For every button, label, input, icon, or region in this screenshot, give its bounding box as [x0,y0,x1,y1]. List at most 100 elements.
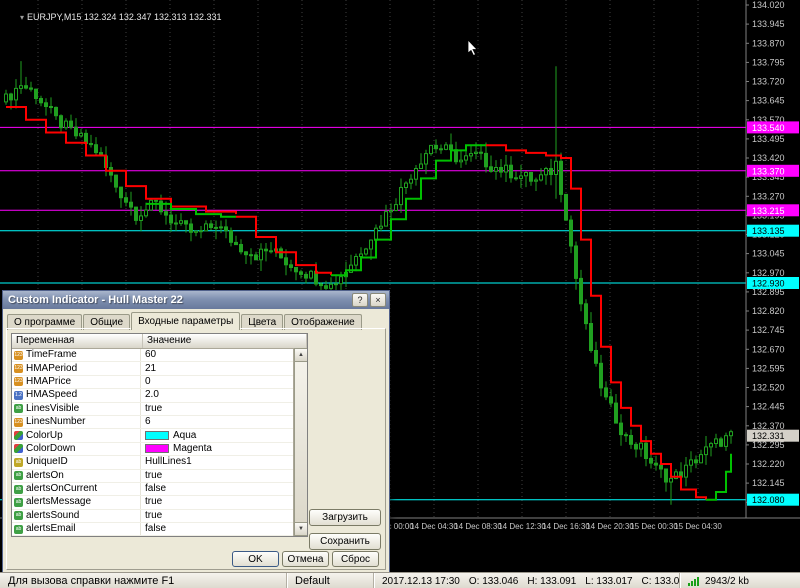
quote-close: C: 133.050 [641,575,680,587]
svg-text:133.495: 133.495 [752,134,785,144]
param-row-timeframe[interactable]: 123 TimeFrame 60 [12,349,307,363]
param-row-alertsoncurrent[interactable]: ab alertsOnCurrent false [12,482,307,497]
param-row-hmaspeed[interactable]: 1.2 HMASpeed 2.0 [12,389,307,403]
svg-text:14 Dec 20:30: 14 Dec 20:30 [586,522,634,531]
string-param-icon: ab [14,457,23,467]
bool-param-icon: ab [14,511,23,521]
tab-common[interactable]: Общие [83,314,131,330]
load-button[interactable]: Загрузить [309,509,381,526]
param-value: true [145,496,163,508]
param-value: Aqua [173,429,197,441]
param-row-alertsmessage[interactable]: ab alertsMessage true [12,496,307,510]
reset-button[interactable]: Сброс [332,551,379,567]
param-value: 60 [145,349,157,361]
parameters-table: Переменная Значение 123 TimeFrame 60 123 HMA… [11,333,308,537]
column-header-value[interactable]: Значение [143,334,307,348]
tab-about[interactable]: О программе [7,314,83,330]
scroll-down-icon[interactable]: ▼ [294,522,307,536]
param-row-colordown[interactable]: ColorDown Magenta [12,442,307,457]
save-button[interactable]: Сохранить [309,533,381,550]
param-row-shift[interactable]: 123Shift0 [12,536,307,537]
bool-param-icon: ab [14,404,23,414]
param-name: HMAPeriod [26,362,78,374]
symbol-dropdown-icon: ▾ [20,13,25,22]
int-param-icon: 123 [14,377,23,387]
dialog-title: Custom Indicator - Hull Master 22 [8,294,183,306]
svg-text:132.595: 132.595 [752,363,785,373]
svg-text:15 Dec 00:30: 15 Dec 00:30 [630,522,678,531]
tab-colors[interactable]: Цвета [241,314,284,330]
svg-text:14 Dec 04:30: 14 Dec 04:30 [410,522,458,531]
tab-inputs[interactable]: Входные параметры [131,312,241,330]
cancel-button[interactable]: Отмена [282,551,329,567]
param-name: HMAPrice [26,375,72,387]
chart-symbol-overlay: ▾ EURJPY,M15 132.324 132.347 132.313 132.… [5,2,222,32]
scroll-up-icon[interactable]: ▲ [294,348,307,362]
svg-text:15 Dec 04:30: 15 Dec 04:30 [674,522,722,531]
param-value: HullLines1 [145,456,192,468]
param-row-linesvisible[interactable]: ab LinesVisible true [12,402,307,416]
svg-text:132.370: 132.370 [752,421,785,431]
dialog-titlebar[interactable]: Custom Indicator - Hull Master 22 ? × [3,291,389,309]
param-name: alertsOn [26,469,64,481]
param-row-hmaperiod[interactable]: 123 HMAPeriod 21 [12,362,307,376]
svg-text:133.945: 133.945 [752,19,785,29]
column-header-variable[interactable]: Переменная [12,334,143,348]
svg-text:14 Dec 08:30: 14 Dec 08:30 [454,522,502,531]
param-name: HMASpeed [26,389,78,401]
svg-text:133.540: 133.540 [752,123,785,133]
color-param-icon [14,431,23,441]
int-param-icon: 123 [14,364,23,374]
close-button[interactable]: × [370,293,386,307]
bool-param-icon: ab [14,484,23,494]
param-row-uniqueid[interactable]: ab UniqueID HullLines1 [12,456,307,470]
param-value: 2.0 [145,389,159,401]
param-row-linesnumber[interactable]: 123 LinesNumber 6 [12,415,307,430]
param-row-alertsemail[interactable]: ab alertsEmail false [12,523,307,536]
svg-text:133.045: 133.045 [752,249,785,259]
tab-visualization[interactable]: Отображение [284,314,362,330]
dialog-tabs: О программе Общие Входные параметры Цвета От… [7,312,385,330]
quote-time: 2017.12.13 17:30 [382,575,460,587]
mt4-chart-window: 14 Dec 00:00 14 Dec 04:30 14 Dec 08:30 14 D… [0,0,800,588]
help-button[interactable]: ? [352,293,368,307]
param-row-colorup[interactable]: ColorUp Aqua [12,429,307,443]
svg-text:132.331: 132.331 [752,431,785,441]
traffic-text: 2943/2 kb [705,575,749,587]
svg-text:133.795: 133.795 [752,57,785,67]
svg-text:133.135: 133.135 [752,226,785,236]
param-name: LinesNumber [26,416,86,428]
svg-text:132.820: 132.820 [752,306,785,316]
connection-bars-icon [688,576,700,586]
color-swatch [145,444,169,454]
table-scrollbar[interactable]: ▲ ▼ [293,348,307,536]
param-value: false [145,483,167,495]
param-value: true [145,469,163,481]
svg-text:132.930: 132.930 [752,279,785,289]
param-value: 21 [145,362,157,374]
scrollbar-thumb[interactable] [294,361,307,523]
param-value: true [145,402,163,414]
svg-text:132.080: 132.080 [752,495,785,505]
double-param-icon: 1.2 [14,390,23,400]
param-value: 0 [145,375,151,387]
indicator-inputs-dialog: Custom Indicator - Hull Master 22 ? × О … [2,290,390,574]
svg-text:133.270: 133.270 [752,191,785,201]
svg-text:133.720: 133.720 [752,77,785,87]
status-bar: Для вызова справки нажмите F1 Default 20… [0,572,800,588]
table-header: Переменная Значение [12,334,307,349]
param-name: alertsEmail [26,523,76,535]
ok-button[interactable]: OK [232,551,279,567]
param-value: false [145,523,167,535]
mouse-cursor [467,38,478,57]
param-row-alertssound[interactable]: ab alertsSound true [12,509,307,524]
int-param-icon: 123 [14,350,23,360]
param-value: true [145,509,163,521]
svg-text:132.520: 132.520 [752,383,785,393]
param-name: alertsMessage [26,496,92,508]
param-row-alertson[interactable]: ab alertsOn true [12,469,307,483]
status-quote: 2017.12.13 17:30 O: 133.046 H: 133.091 L… [374,573,680,588]
param-row-hmaprice[interactable]: 123 HMAPrice 0 [12,375,307,390]
svg-text:14 Dec 12:30: 14 Dec 12:30 [498,522,546,531]
status-profile[interactable]: Default [287,573,374,588]
